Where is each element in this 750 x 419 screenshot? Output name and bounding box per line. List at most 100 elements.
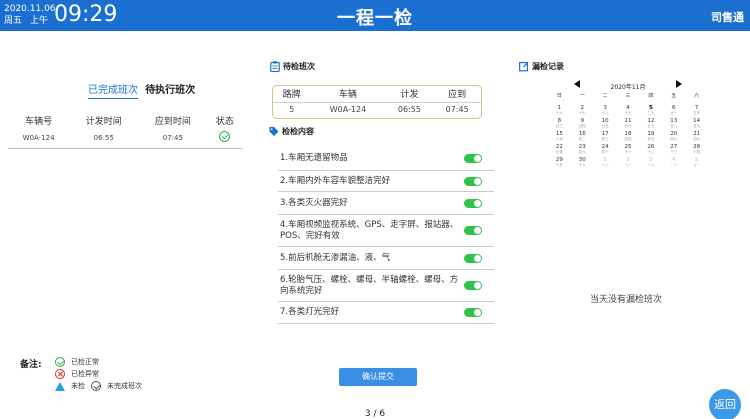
calendar-day[interactable]: 29 十五 — [548, 157, 571, 170]
warning-triangle-icon — [55, 381, 65, 391]
calendar-day[interactable]: 25 十一 — [617, 144, 640, 157]
calendar-day[interactable]: 12 廿七 — [639, 118, 662, 131]
lunar-label: 二十 — [670, 163, 678, 167]
legend-label: 备注: — [20, 360, 42, 370]
calendar-day[interactable]: 18 初四 — [617, 131, 640, 144]
empty-state-text: 当天没有漏检班次 — [590, 295, 663, 305]
lunar-label: 十四 — [693, 150, 701, 154]
tab-pending-shifts[interactable]: 待执行班次 — [145, 81, 195, 98]
calendar-day[interactable]: 28 十四 — [685, 144, 708, 157]
calendar-day[interactable]: 6 廿一 — [662, 105, 685, 118]
lunar-label: 廿六 — [624, 124, 632, 128]
calendar-day[interactable]: 2 十八 — [617, 157, 640, 170]
calendar-day[interactable]: 5 廿一 — [685, 157, 708, 170]
calendar-day[interactable]: 27 十三 — [662, 144, 685, 157]
calendar-week-row: 8 廿三 9 廿四 10 廿五 11 廿六 12 廿七 13 廿八 14 廿九 — [548, 118, 708, 131]
calendar-day[interactable]: 21 初七 — [685, 131, 708, 144]
calendar-day[interactable]: 15 十月 — [548, 131, 571, 144]
status-cell — [207, 128, 242, 148]
note-edit-icon — [519, 61, 529, 72]
lunar-label: 十六 — [578, 163, 586, 167]
lunar-label: 廿一 — [693, 163, 701, 167]
check-gray-icon — [91, 381, 101, 391]
calendar-day[interactable]: 3 十八 — [594, 105, 617, 118]
page-title: 一程一检 — [337, 8, 413, 29]
check-ok-icon — [219, 131, 231, 143]
tab-completed-shifts[interactable]: 已完成班次 — [88, 81, 138, 99]
pending-shift-table: 路牌 车辆 计发 应到 5 W0A-124 06:55 07:45 — [273, 86, 481, 117]
calendar-day[interactable]: 4 二十 — [662, 157, 685, 170]
clipboard-icon — [270, 61, 280, 72]
toggle-switch[interactable] — [464, 153, 482, 163]
calendar-day[interactable]: 26 十二 — [639, 144, 662, 157]
checklist-item-text: 4.车厢视频监视系统、GPS、走字屏、报站器、POS、完好有效 — [280, 219, 459, 241]
lunar-label: 廿四 — [578, 124, 586, 128]
lunar-label: 十七 — [578, 111, 586, 115]
calendar-day[interactable]: 3 十九 — [639, 157, 662, 170]
lunar-label: 廿九 — [693, 124, 701, 128]
weekday-label: 一 — [579, 93, 585, 99]
pending-shift-box: 路牌 车辆 计发 应到 5 W0A-124 06:55 07:45 — [272, 85, 482, 119]
calendar-day[interactable]: 8 廿三 — [548, 118, 571, 131]
calendar-day[interactable]: 14 廿九 — [685, 118, 708, 131]
table-row[interactable]: W0A-124 06:55 07:45 — [8, 128, 242, 148]
calendar-day[interactable]: 23 初九 — [571, 144, 594, 157]
lunar-label: 初五 — [647, 137, 655, 141]
weekday-label: 四 — [648, 93, 654, 99]
weekday-label: 六 — [694, 93, 700, 99]
pending-section-title: 待检班次 — [270, 61, 315, 72]
toggle-switch[interactable] — [464, 198, 482, 208]
toggle-switch[interactable] — [464, 308, 482, 317]
checklist-item-text: 1.车厢无遗留物品 — [280, 152, 348, 163]
lunar-label: 廿一 — [670, 111, 678, 115]
checklist-item: 6.轮胎气压、螺栓、螺母、半轴螺栓、螺母、方向系统完好 — [278, 270, 494, 302]
page-indicator: 3 / 6 — [364, 409, 386, 419]
calendar-day[interactable]: 22 小雪 — [548, 144, 571, 157]
column-header: 状态 — [215, 116, 234, 127]
calendar-day[interactable]: 10 廿五 — [594, 118, 617, 131]
calendar-day[interactable]: 7 立冬 — [685, 105, 708, 118]
table-row: 5 W0A-124 06:55 07:45 — [273, 102, 481, 117]
confirm-submit-button[interactable]: 确认提交 — [339, 368, 417, 386]
calendar-day[interactable]: 16 初二 — [571, 131, 594, 144]
calendar-day[interactable]: 11 廿六 — [617, 118, 640, 131]
lunar-label: 十七 — [601, 163, 609, 167]
lunar-label: 初九 — [578, 150, 586, 154]
lunar-label: 初六 — [670, 137, 678, 141]
calendar-day[interactable]: 20 初六 — [662, 131, 685, 144]
toggle-switch[interactable] — [464, 281, 482, 290]
calendar-day[interactable]: 5 二十 — [639, 105, 662, 118]
calendar-day[interactable]: 9 廿四 — [571, 118, 594, 131]
column-header: 应到 — [448, 90, 467, 101]
back-button[interactable]: 返回 — [709, 389, 741, 419]
toggle-switch[interactable] — [464, 253, 482, 263]
calendar-day[interactable]: 1 十六 — [548, 105, 571, 118]
calendar-day[interactable]: 24 初十 — [594, 144, 617, 157]
depart-cell: 06:55 — [397, 105, 421, 115]
toggle-switch[interactable] — [464, 226, 482, 235]
toggle-switch[interactable] — [464, 176, 482, 186]
calendar-day[interactable]: 13 廿八 — [662, 118, 685, 131]
lunar-label: 小雪 — [555, 150, 563, 154]
weekday-header-row: 日一二三四五六 — [548, 93, 708, 105]
checklist-item-text: 6.轮胎气压、螺栓、螺母、半轴螺栓、螺母、方向系统完好 — [280, 274, 459, 296]
checklist-item-text: 7.各类灯光完好 — [280, 307, 340, 317]
column-header: 计发时间 — [85, 116, 122, 127]
calendar-day[interactable]: 4 十九 — [617, 105, 640, 118]
calendar-week-row: 15 十月 16 初二 17 初三 18 初四 19 初五 20 初六 21 初七 — [548, 131, 708, 144]
column-header: 应到时间 — [154, 116, 191, 127]
calendar-day[interactable]: 2 十七 — [571, 105, 594, 118]
calendar-day[interactable]: 30 十六 — [571, 157, 594, 170]
column-header: 计发 — [400, 90, 419, 101]
checklist-item: 3.各类灭火器完好 — [278, 192, 494, 215]
next-month-icon[interactable] — [676, 80, 682, 88]
checklist-title-text: 检检内容 — [282, 127, 314, 136]
calendar-day[interactable]: 1 十七 — [594, 157, 617, 170]
calendar-day[interactable]: 19 初五 — [639, 131, 662, 144]
legend-ok-text: 已检正常 — [71, 358, 99, 366]
user-label[interactable]: 司售通 — [711, 9, 744, 25]
weekday-label: 五 — [671, 93, 677, 99]
depart-cell: 06:55 — [93, 133, 114, 142]
lunar-label: 十一 — [624, 150, 632, 154]
calendar-day[interactable]: 17 初三 — [594, 131, 617, 144]
